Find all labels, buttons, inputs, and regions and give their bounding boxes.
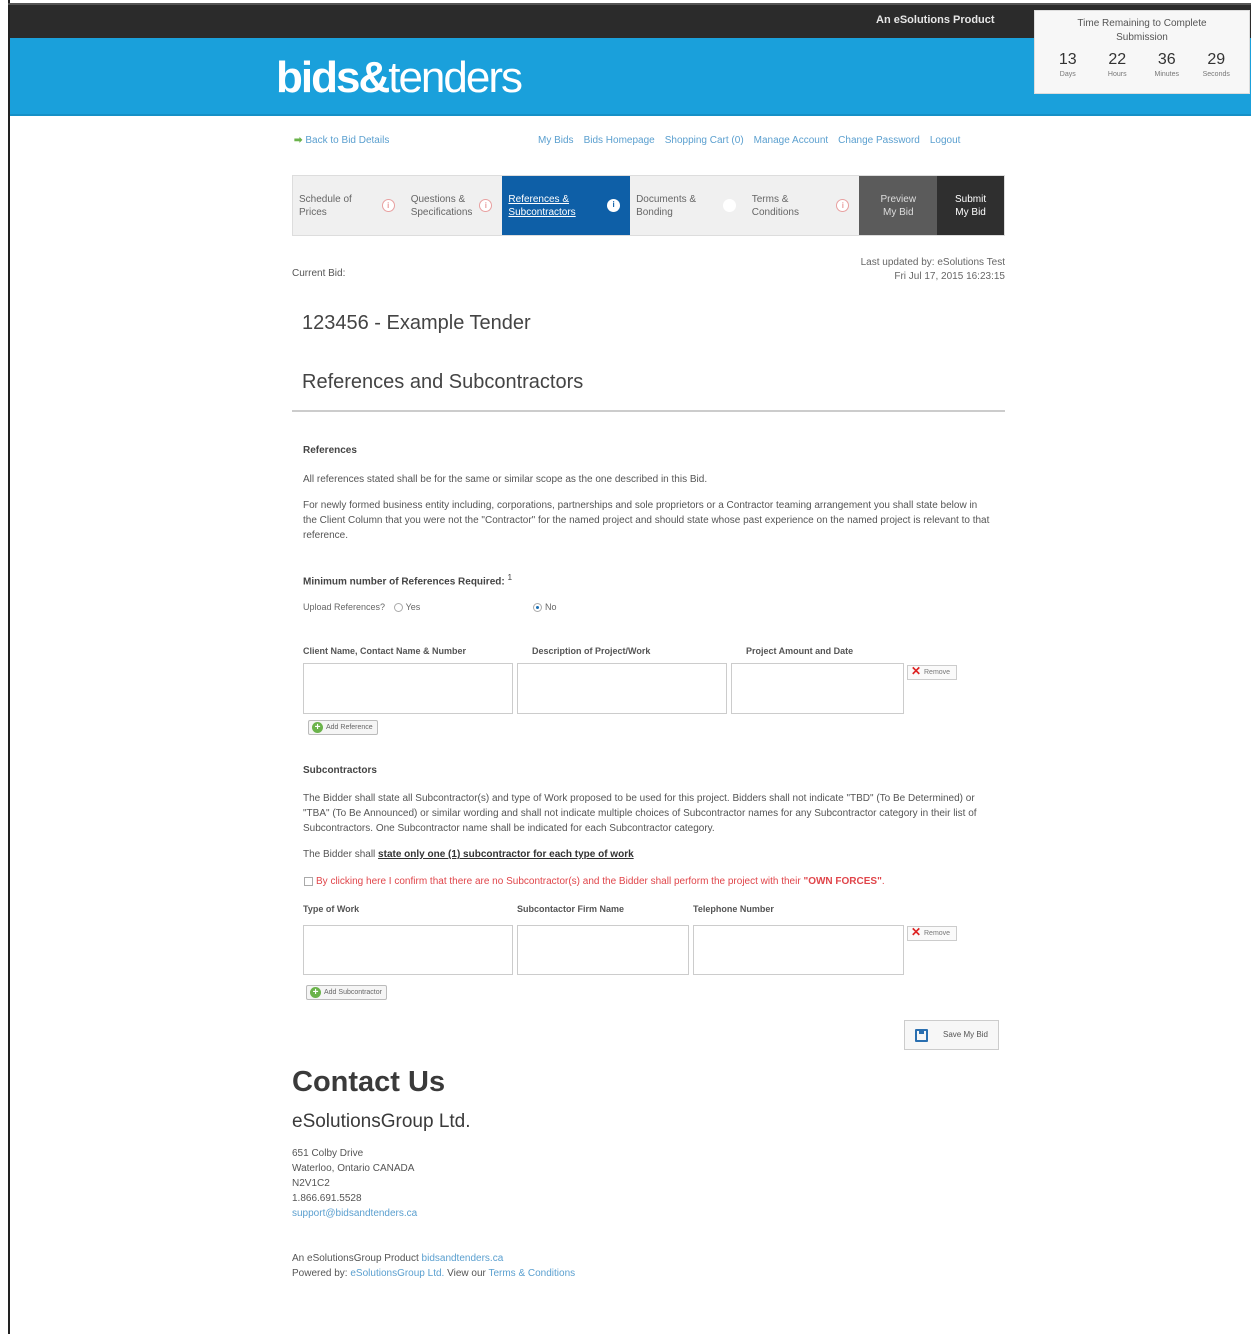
footer-company-link[interactable]: eSolutionsGroup Ltd. xyxy=(350,1268,444,1279)
subcontractors-heading: Subcontractors xyxy=(303,765,377,776)
add-plus-icon: + xyxy=(310,987,321,998)
window-border-left xyxy=(8,0,10,1334)
footer: An eSolutionsGroup Product bidsandtender… xyxy=(292,1253,576,1279)
step-schedule-of-prices[interactable]: Schedule of Prices i xyxy=(293,176,406,235)
current-bid-label: Current Bid: xyxy=(292,268,346,279)
back-arrow-icon: ➡ xyxy=(294,135,303,146)
section-title: References and Subcontractors xyxy=(302,371,584,393)
contact-address: 651 Colby Drive Waterloo, Ontario CANADA… xyxy=(292,1148,418,1221)
timer-days: 13 Days xyxy=(1058,51,1077,78)
reference-client-input[interactable] xyxy=(303,663,513,714)
step-preview-my-bid[interactable]: Preview My Bid xyxy=(859,176,938,235)
nav-my-bids[interactable]: My Bids xyxy=(538,135,574,146)
timer-minutes: 36 Minutes xyxy=(1154,51,1179,78)
subcontractor-work-input[interactable] xyxy=(303,925,513,975)
col-subcontractor-firm: Subcontactor Firm Name xyxy=(517,904,625,914)
own-forces-checkbox[interactable] xyxy=(304,876,313,886)
references-instructions: For newly formed business entity includi… xyxy=(303,500,990,541)
info-icon: i xyxy=(607,199,621,212)
bids-and-tenders-logo[interactable]: bids&tenders xyxy=(276,53,523,103)
subcontractors-rule: The Bidder shall state only one (1) subc… xyxy=(303,849,634,860)
company-name: eSolutionsGroup Ltd. xyxy=(292,1111,471,1132)
tender-title: 123456 - Example Tender xyxy=(302,312,531,334)
upload-no-radio[interactable] xyxy=(533,603,542,613)
last-updated-info: Last updated by: eSolutions Test Fri Jul… xyxy=(860,257,1005,282)
upload-yes-radio[interactable] xyxy=(393,603,403,613)
save-disk-icon xyxy=(915,1029,928,1042)
divider xyxy=(292,410,1005,412)
remove-subcontractor-button[interactable]: ✕ Remove xyxy=(907,926,957,941)
info-icon: i xyxy=(836,199,850,212)
bid-steps-wizard: Schedule of Prices i Questions & Specific… xyxy=(292,175,1005,236)
support-email-link[interactable]: support@bidsandtenders.ca xyxy=(292,1206,417,1221)
info-icon: i xyxy=(479,199,493,212)
info-icon: i xyxy=(722,199,736,212)
own-forces-confirm[interactable]: By clicking here I confirm that there ar… xyxy=(304,876,885,887)
reference-amount-input[interactable] xyxy=(731,663,904,714)
step-terms-conditions[interactable]: Terms & Conditions i xyxy=(745,176,860,235)
step-documents-bonding[interactable]: Documents & Bonding i xyxy=(630,176,747,235)
references-heading: References xyxy=(303,445,357,456)
min-references-label: Minimum number of References Required: 1 xyxy=(303,572,513,588)
timer-title: Time Remaining to Complete Submission xyxy=(1077,18,1207,43)
add-plus-icon: + xyxy=(312,722,323,733)
add-subcontractor-button[interactable]: + Add Subcontractor xyxy=(306,985,387,1000)
subcontractor-phone-input[interactable] xyxy=(693,925,904,975)
nav-bids-homepage[interactable]: Bids Homepage xyxy=(584,135,655,146)
upload-references-row: Upload References? Yes xyxy=(303,602,421,613)
footer-site-link[interactable]: bidsandtenders.ca xyxy=(422,1253,504,1264)
col-description: Description of Project/Work xyxy=(532,646,651,656)
top-navigation: My Bids Bids Homepage Shopping Cart (0) … xyxy=(538,135,960,146)
reference-description-input[interactable] xyxy=(517,663,727,714)
nav-logout[interactable]: Logout xyxy=(930,135,961,146)
col-project-amount: Project Amount and Date xyxy=(746,646,854,656)
step-questions-specifications[interactable]: Questions & Specifications i xyxy=(404,176,504,235)
step-submit-my-bid[interactable]: Submit My Bid xyxy=(937,176,1004,235)
upload-references-label: Upload References? xyxy=(303,602,386,612)
references-intro: All references stated shall be for the s… xyxy=(303,474,708,485)
col-type-of-work: Type of Work xyxy=(303,904,360,914)
product-label: An eSolutions Product xyxy=(876,14,995,26)
col-telephone: Telephone Number xyxy=(693,904,774,914)
back-to-bid-details-link[interactable]: ➡ Back to Bid Details xyxy=(294,135,389,146)
remove-x-icon: ✕ xyxy=(911,925,922,939)
timer-seconds: 29 Seconds xyxy=(1202,51,1230,78)
remove-x-icon: ✕ xyxy=(911,664,922,678)
nav-manage-account[interactable]: Manage Account xyxy=(754,135,829,146)
time-remaining-panel: Time Remaining to Complete Submission 13… xyxy=(1034,10,1250,94)
add-reference-button[interactable]: + Add Reference xyxy=(308,720,378,735)
step-references-subcontractors[interactable]: References & Subcontractors i xyxy=(502,176,631,235)
timer-hours: 22 Hours xyxy=(1107,51,1127,78)
subcontractors-instructions: The Bidder shall state all Subcontractor… xyxy=(303,793,977,834)
upload-no-option: No xyxy=(527,602,557,613)
col-client-name: Client Name, Contact Name & Number xyxy=(303,646,467,656)
remove-reference-button[interactable]: ✕ Remove xyxy=(907,665,957,680)
nav-shopping-cart[interactable]: Shopping Cart (0) xyxy=(665,135,744,146)
nav-change-password[interactable]: Change Password xyxy=(838,135,920,146)
footer-terms-link[interactable]: Terms & Conditions xyxy=(488,1268,575,1279)
subcontractor-firm-input[interactable] xyxy=(517,925,689,975)
contact-us-heading: Contact Us xyxy=(292,1066,446,1098)
info-icon: i xyxy=(381,199,395,212)
save-my-bid-button[interactable]: Save My Bid xyxy=(904,1020,999,1050)
